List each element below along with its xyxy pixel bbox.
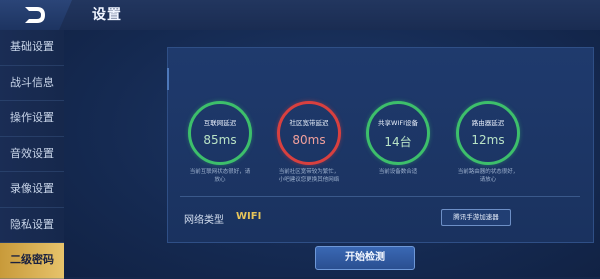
stat-label: 路由器延迟 bbox=[471, 119, 505, 127]
stat-desc-line: 当前路由器的状态很好， bbox=[457, 169, 519, 175]
stat-description: 当前社区宽带较为繁忙， 小吧建议您更换其他网络 bbox=[264, 168, 354, 184]
sidebar-item-label: 隐私设置 bbox=[10, 217, 54, 231]
stat-router-latency: 路由器延迟 12ms 当前路由器的状态很好， 请放心 bbox=[443, 101, 533, 184]
stat-community-latency: 社区宽带延迟 80ms 当前社区宽带较为繁忙， 小吧建议您更换其他网络 bbox=[264, 101, 354, 184]
stat-desc-line: 当前社区宽带较为繁忙， bbox=[278, 169, 340, 175]
top-bar: 设置 bbox=[0, 0, 600, 31]
stat-value: 12ms bbox=[471, 133, 505, 147]
speedup-button[interactable]: 腾讯手游加速器 bbox=[441, 209, 511, 226]
stat-value: 14台 bbox=[384, 135, 412, 149]
stat-shared-wifi-devices: 共享WIFI设备 14台 当前设备数合适 bbox=[353, 101, 443, 176]
stat-desc-line: 当前互联网状态很好，请 bbox=[189, 169, 251, 175]
status-ring: 社区宽带延迟 80ms bbox=[277, 101, 341, 165]
sidebar-item-audio[interactable]: 音效设置 bbox=[0, 137, 64, 172]
start-detection-button[interactable]: 开始检测 bbox=[315, 246, 415, 270]
network-diagnostic-panel: 互联网延迟 85ms 当前互联网状态很好，请 放心 社区宽带延迟 80ms 当前… bbox=[167, 47, 594, 243]
sidebar-item-basic[interactable]: 基础设置 bbox=[0, 30, 64, 66]
stat-desc-line: 当前设备数合适 bbox=[378, 169, 418, 175]
stat-description: 当前设备数合适 bbox=[353, 168, 443, 176]
sidebar-item-label: 录像设置 bbox=[10, 182, 54, 195]
stat-label: 共享WIFI设备 bbox=[378, 119, 418, 127]
divider bbox=[180, 196, 580, 197]
sidebar-item-battle[interactable]: 战斗信息 bbox=[0, 66, 64, 101]
sidebar-item-privacy[interactable]: 隐私设置 bbox=[0, 208, 64, 243]
sidebar-item-label: 操作设置 bbox=[10, 111, 54, 124]
stats-area: 互联网延迟 85ms 当前互联网状态很好，请 放心 社区宽带延迟 80ms 当前… bbox=[168, 48, 593, 196]
stat-internet-latency: 互联网延迟 85ms 当前互联网状态很好，请 放心 bbox=[175, 101, 265, 184]
sidebar-item-password[interactable]: 二级密码 bbox=[0, 243, 64, 279]
stat-value: 85ms bbox=[203, 133, 237, 147]
status-ring: 共享WIFI设备 14台 bbox=[366, 101, 430, 165]
page-title: 设置 bbox=[92, 7, 122, 23]
stat-desc-line: 请放心 bbox=[479, 177, 497, 183]
sidebar: 基础设置 战斗信息 操作设置 音效设置 录像设置 隐私设置 二级密码 bbox=[0, 30, 65, 279]
sidebar-item-recording[interactable]: 录像设置 bbox=[0, 172, 64, 208]
status-ring: 互联网延迟 85ms bbox=[188, 101, 252, 165]
sidebar-item-label: 战斗信息 bbox=[10, 75, 54, 89]
main-content: 互联网延迟 85ms 当前互联网状态很好，请 放心 社区宽带延迟 80ms 当前… bbox=[64, 30, 600, 277]
status-ring: 路由器延迟 12ms bbox=[456, 101, 520, 165]
stat-label: 互联网延迟 bbox=[203, 119, 237, 127]
stat-description: 当前互联网状态很好，请 放心 bbox=[175, 168, 265, 184]
stat-desc-line: 小吧建议您更换其他网络 bbox=[278, 177, 340, 183]
sidebar-item-label: 基础设置 bbox=[10, 40, 54, 53]
back-logo-icon bbox=[25, 7, 45, 23]
network-type-label: 网络类型 bbox=[184, 215, 224, 226]
network-type-value: WIFI bbox=[236, 211, 262, 222]
sidebar-item-label: 音效设置 bbox=[10, 146, 54, 160]
stat-desc-line: 放心 bbox=[214, 177, 226, 183]
stat-description: 当前路由器的状态很好， 请放心 bbox=[443, 168, 533, 184]
stat-label: 社区宽带延迟 bbox=[289, 119, 329, 127]
network-type-row: 网络类型 WIFI 腾讯手游加速器 bbox=[168, 203, 593, 233]
sidebar-item-label: 二级密码 bbox=[10, 253, 54, 266]
stat-value: 80ms bbox=[292, 133, 326, 147]
sidebar-item-controls[interactable]: 操作设置 bbox=[0, 101, 64, 137]
back-button[interactable] bbox=[0, 0, 72, 30]
